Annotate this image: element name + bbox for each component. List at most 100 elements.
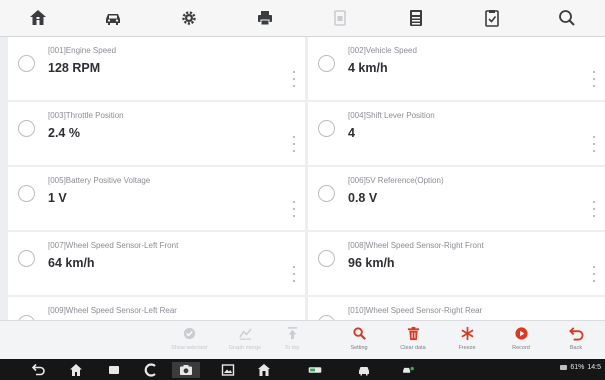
more-options-icon[interactable] — [288, 71, 300, 87]
select-radio[interactable] — [318, 185, 335, 202]
search-icon — [559, 10, 575, 26]
vci-icon — [308, 367, 322, 373]
car-app[interactable] — [356, 362, 372, 378]
print-icon — [257, 11, 272, 26]
parameter-value: 96 km/h — [348, 256, 395, 270]
report-icon — [484, 10, 499, 27]
more-options-icon[interactable] — [288, 266, 300, 282]
camera-icon — [180, 365, 192, 375]
setting-icon — [352, 327, 366, 340]
parameter-item[interactable]: [001]Engine Speed 128 RPM — [8, 37, 305, 100]
more-options-icon[interactable] — [588, 136, 600, 152]
camera-app[interactable] — [172, 362, 200, 378]
clock: 14:5 — [587, 364, 601, 371]
parameter-item[interactable]: [007]Wheel Speed Sensor-Left Front 64 km… — [8, 232, 305, 295]
clear-data-icon — [407, 326, 419, 341]
car-connect-icon — [403, 366, 414, 373]
more-options-icon[interactable] — [588, 201, 600, 217]
parameter-name: [010]Wheel Speed Sensor-Right Rear — [348, 306, 483, 315]
car-connect-app[interactable] — [398, 362, 418, 378]
search-button[interactable] — [529, 0, 605, 37]
parameter-item[interactable]: [010]Wheel Speed Sensor-Right Rear — [308, 297, 605, 320]
show-selected-icon — [183, 327, 195, 340]
more-options-icon[interactable] — [288, 136, 300, 152]
help-button[interactable] — [303, 0, 379, 37]
system-home-button[interactable] — [68, 362, 84, 378]
parameter-item[interactable]: [006]5V Reference(Option) 0.8 V — [308, 167, 605, 230]
parameter-value: 128 RPM — [48, 61, 101, 75]
function-label: Show selected — [171, 345, 207, 351]
parameter-value: 1 V — [48, 191, 67, 205]
shop-home-app[interactable] — [256, 362, 272, 378]
tasks-icon — [109, 366, 119, 374]
parameter-value: 4 km/h — [348, 61, 388, 75]
left-column: [001]Engine Speed 128 RPM [003]Throttle … — [8, 37, 305, 320]
print-button[interactable] — [227, 0, 303, 37]
parameter-value: 0.8 V — [348, 191, 378, 205]
function-label: Graph merge — [228, 345, 262, 351]
car-icon — [359, 367, 369, 376]
report-button[interactable] — [454, 0, 530, 37]
recent-tasks-button[interactable] — [106, 362, 122, 378]
select-radio[interactable] — [18, 120, 35, 137]
gallery-app[interactable] — [220, 362, 236, 378]
vehicle-icon — [106, 14, 121, 25]
save-button[interactable] — [378, 0, 454, 37]
record-icon — [514, 327, 528, 340]
to-top-icon — [287, 327, 297, 340]
record-button[interactable]: Record — [495, 326, 547, 358]
home-button[interactable] — [0, 0, 76, 37]
parameter-value: 4 — [348, 126, 355, 140]
notification-icon — [560, 365, 568, 370]
parameter-value: 64 km/h — [48, 256, 95, 270]
parameter-item[interactable]: [004]Shift Lever Position 4 — [308, 102, 605, 165]
parameter-item[interactable]: [005]Battery Positive Voltage 1 V — [8, 167, 305, 230]
select-radio[interactable] — [318, 55, 335, 72]
select-radio[interactable] — [18, 185, 35, 202]
home-icon — [29, 10, 46, 25]
parameter-name: [007]Wheel Speed Sensor-Left Front — [48, 241, 179, 250]
more-options-icon[interactable] — [588, 71, 600, 87]
top-toolbar — [0, 0, 605, 37]
data-stream-grid: [001]Engine Speed 128 RPM [003]Throttle … — [8, 37, 605, 320]
clear-data-button[interactable]: Clear data — [387, 326, 439, 358]
back-button[interactable]: Back — [550, 326, 602, 358]
freeze-button[interactable]: Freeze — [441, 326, 493, 358]
system-back-button[interactable] — [31, 362, 47, 378]
graph-merge-icon — [238, 328, 252, 340]
parameter-name: [001]Engine Speed — [48, 46, 117, 55]
parameter-item[interactable]: [003]Throttle Position 2.4 % — [8, 102, 305, 165]
function-label: To top — [284, 345, 300, 351]
parameter-item[interactable]: [008]Wheel Speed Sensor-Right Front 96 k… — [308, 232, 605, 295]
function-label: Back — [569, 345, 583, 351]
to-top-button[interactable]: To top — [266, 326, 318, 358]
show-selected-button[interactable]: Show selected — [163, 326, 215, 358]
right-column: [002]Vehicle Speed 4 km/h [004]Shift Lev… — [308, 37, 605, 320]
parameter-name: [003]Throttle Position — [48, 111, 124, 120]
back-arrow-icon — [32, 363, 45, 376]
parameter-name: [005]Battery Positive Voltage — [48, 176, 151, 185]
shop-home-icon — [258, 364, 270, 376]
more-options-icon[interactable] — [288, 201, 300, 217]
parameter-name: [008]Wheel Speed Sensor-Right Front — [348, 241, 484, 250]
select-radio[interactable] — [18, 250, 35, 267]
settings-button[interactable] — [151, 0, 227, 37]
settings-icon — [182, 11, 196, 25]
function-label: Freeze — [458, 345, 476, 351]
battery-level: 61% — [570, 364, 585, 371]
graph-merge-button[interactable]: Graph merge — [219, 326, 271, 358]
freeze-icon — [460, 326, 474, 341]
function-label: Setting — [350, 345, 368, 351]
vehicle-button[interactable] — [76, 0, 152, 37]
function-label: Clear data — [400, 345, 426, 351]
browser-app[interactable] — [143, 362, 159, 378]
setting-button[interactable]: Setting — [333, 326, 385, 358]
vci-app[interactable] — [305, 362, 325, 378]
more-options-icon[interactable] — [588, 266, 600, 282]
select-radio[interactable] — [18, 55, 35, 72]
parameter-item[interactable]: [002]Vehicle Speed 4 km/h — [308, 37, 605, 100]
parameter-item[interactable]: [009]Wheel Speed Sensor-Left Rear — [8, 297, 305, 320]
select-radio[interactable] — [318, 120, 335, 137]
home-icon — [70, 364, 82, 376]
select-radio[interactable] — [318, 250, 335, 267]
